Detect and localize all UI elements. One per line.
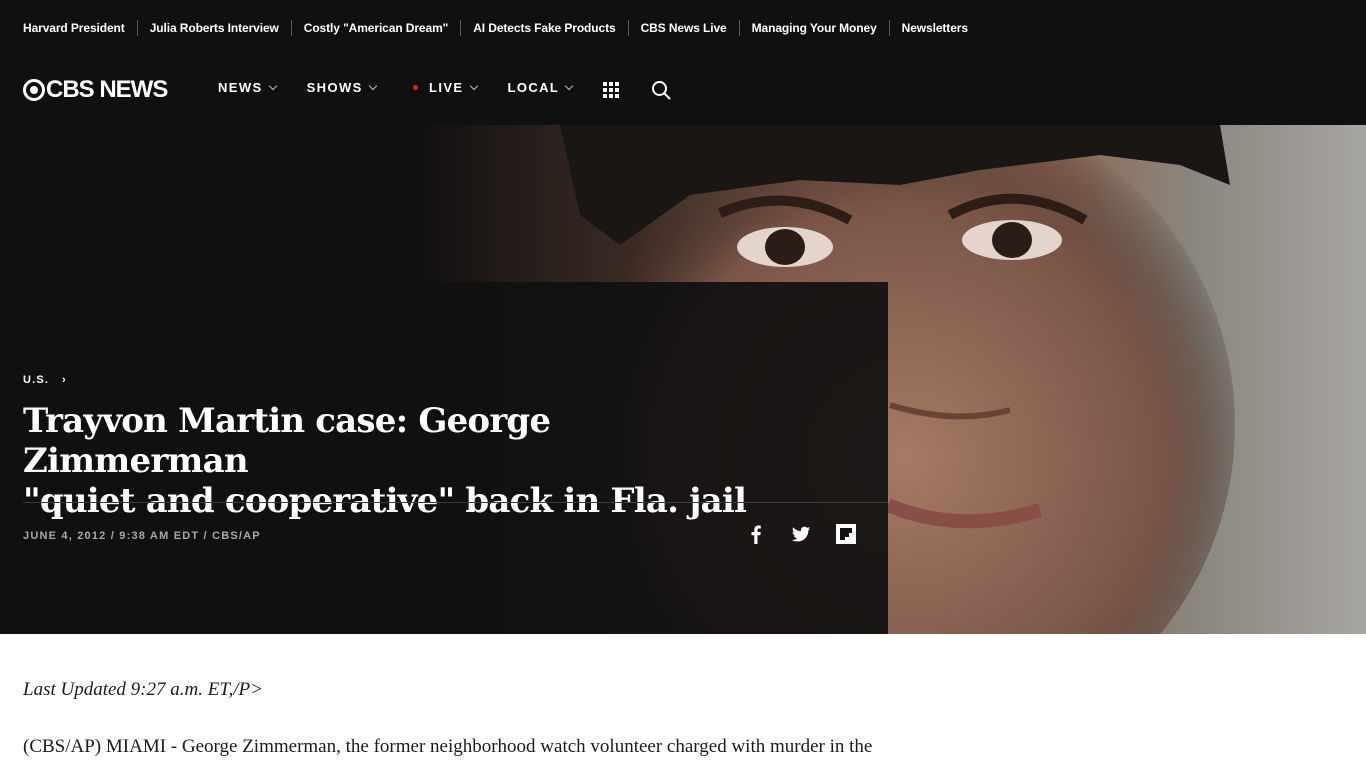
trending-link-american-dream[interactable]: Costly "American Dream" [304,21,449,35]
headline-line-2: "quiet and cooperative" back in Fla. jai… [23,481,747,521]
nav-menu: NEWS SHOWS [218,80,407,95]
chevron-down-icon [268,81,277,91]
hero-divider [23,502,888,503]
nav-news-label: NEWS [218,80,263,95]
chevron-down-icon [368,81,377,91]
chevron-down-icon [469,81,478,91]
trending-bar: Harvard President Julia Roberts Intervie… [0,0,1366,56]
trending-link-newsletters[interactable]: Newsletters [902,21,968,35]
nav-shows[interactable]: SHOWS [306,80,377,95]
trending-divider [627,20,629,36]
logo-text: CBS NEWS [46,76,168,103]
trending-divider [290,20,292,36]
trending-divider [738,20,740,36]
article-paragraph: (CBS/AP) MIAMI - George Zimmerman, the f… [23,736,873,757]
flipboard-icon[interactable] [835,523,857,545]
twitter-icon[interactable] [790,523,812,545]
cbs-eye-logo-icon [23,79,45,101]
trending-link-harvard-president[interactable]: Harvard President [23,21,125,35]
trending-link-managing-money[interactable]: Managing Your Money [752,21,877,35]
trending-divider [888,20,890,36]
article-headline: Trayvon Martin case: George Zimmerman "q… [23,401,783,521]
article-hero: U.S. › Trayvon Martin case: George Zimme… [0,125,1366,634]
cbs-news-logo[interactable]: CBS NEWS [23,76,168,103]
trending-link-julia-roberts[interactable]: Julia Roberts Interview [150,21,279,35]
facebook-icon[interactable] [745,523,767,545]
article-byline: JUNE 4, 2012 / 9:38 AM EDT / CBS/AP [23,530,261,542]
chevron-right-icon: › [53,374,67,386]
live-dot-icon [413,85,418,90]
nav-shows-label: SHOWS [306,80,363,95]
nav-menu-live: LIVE LOCAL [413,80,603,95]
trending-link-ai-fake-products[interactable]: AI Detects Fake Products [473,21,615,35]
grid-menu-icon[interactable] [603,82,619,98]
last-updated-note: Last Updated 9:27 a.m. ET,/P> [23,679,263,700]
section-label: U.S. [23,374,50,386]
search-icon[interactable] [651,80,671,100]
nav-live[interactable]: LIVE [429,80,478,95]
nav-local-label: LOCAL [507,80,560,95]
headline-line-1: Trayvon Martin case: George Zimmerman [23,401,551,481]
trending-links: Harvard President Julia Roberts Intervie… [23,20,968,36]
trending-divider [460,20,462,36]
nav-live-label: LIVE [429,80,464,95]
chevron-down-icon [565,81,574,91]
section-link-us[interactable]: U.S. › [23,374,67,386]
main-navigation: CBS NEWS NEWS SHOWS LIVE LOCAL [0,56,1366,125]
nav-local[interactable]: LOCAL [507,80,574,95]
trending-divider [136,20,138,36]
trending-link-cbs-news-live[interactable]: CBS News Live [641,21,727,35]
nav-news[interactable]: NEWS [218,80,277,95]
